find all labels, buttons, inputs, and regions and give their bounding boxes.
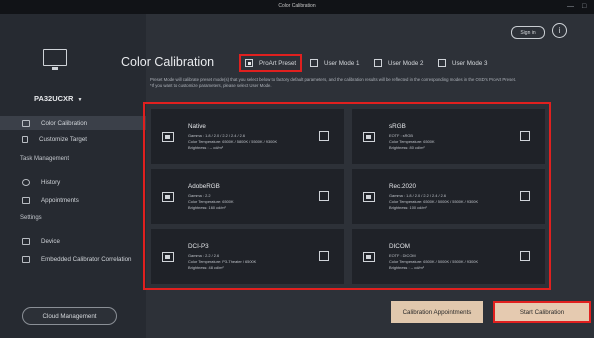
monitor-icon [363,192,375,202]
mode-label: User Mode 2 [388,59,424,67]
cloud-management-button[interactable]: Cloud Management [22,307,117,325]
preset-checkbox[interactable] [520,191,530,201]
checkbox-icon[interactable] [438,59,446,67]
preset-checkbox[interactable] [520,131,530,141]
preset-card-dci-p3[interactable]: DCI-P3 Gamma : 2.2 / 2.6 Color Temperatu… [151,229,344,284]
preset-card-adobergb[interactable]: AdobeRGB Gamma : 2.2 Color Temperature: … [151,169,344,224]
calibration-icon [22,119,30,127]
calibration-appointments-button[interactable]: Calibration Appointments [391,301,483,323]
minimize-button[interactable]: — [567,2,574,11]
preset-detail: Color Temperature: P3-Theater / 6500K [188,259,257,264]
preset-checkbox[interactable] [319,251,329,261]
preset-checkbox[interactable] [319,191,329,201]
preset-checkbox[interactable] [520,251,530,261]
monitor-icon [43,49,67,70]
model-selector[interactable]: PA32UCXR ▼ [34,94,82,103]
preset-detail: Brightness : -- cd/m² [188,145,224,150]
preset-detail: Color Temperature: 6500K [188,199,234,204]
preset-detail: Brightness: 48 cd/m² [188,265,224,270]
description: Preset Mode will calibrate preset mode(s… [150,77,555,88]
sidebar-item-label: Appointments [41,196,79,204]
mode-label: User Mode 1 [324,59,360,67]
sidebar-item-customize-target[interactable]: Customize Target [0,132,146,146]
preset-detail: Color Temperature: 6500K [389,139,435,144]
window-title: Color Calibration [278,3,316,9]
monitor-icon [162,132,174,142]
monitor-icon [162,252,174,262]
sidebar-item-color-calibration[interactable]: Color Calibration [0,116,146,130]
page-title: Color Calibration [121,55,215,69]
description-text: Preset Mode will calibrate preset mode(s… [150,77,516,82]
mode-user-1[interactable]: User Mode 1 [310,59,359,67]
maximize-button[interactable]: □ [582,2,586,11]
monitor-icon [363,252,375,262]
section-settings: Settings [20,215,42,221]
mode-label: User Mode 3 [452,59,488,67]
mode-user-3[interactable]: User Mode 3 [438,59,487,67]
mode-user-2[interactable]: User Mode 2 [374,59,423,67]
history-icon [22,178,30,186]
preset-name: Rec.2020 [389,183,416,190]
title-bar: Color Calibration — □ [0,0,594,14]
section-task-management: Task Management [20,156,70,162]
sidebar-item-label: Customize Target [39,135,88,143]
sidebar-item-embedded-calibrator[interactable]: Embedded Calibrator Correlation [0,252,146,266]
preset-name: sRGB [389,123,406,130]
checkbox-icon[interactable] [310,59,318,67]
proart-preset-highlight [239,54,302,72]
sidebar-item-label: History [41,178,61,186]
preset-detail: Brightness: 100 cd/m² [389,205,427,210]
preset-detail: Brightness: 160 cd/m² [188,205,226,210]
preset-detail: Gamma : 1.8 / 2.0 / 2.2 / 2.4 / 2.6 [188,133,246,138]
preset-name: DICOM [389,243,410,250]
preset-name: Native [188,123,206,130]
sidebar-item-label: Color Calibration [41,119,88,127]
monitor-icon [162,192,174,202]
monitor-icon [363,132,375,142]
preset-detail: EOTF : DICOM [389,253,416,258]
sidebar-item-label: Device [41,237,60,245]
preset-card-srgb[interactable]: sRGB EOTF : sRGB Color Temperature: 6500… [352,109,545,164]
chevron-down-icon: ▼ [77,97,83,103]
preset-detail: Brightness: 80 cd/m² [389,145,425,150]
calibrator-icon [22,255,30,263]
preset-detail: EOTF : sRGB [389,133,413,138]
preset-detail: Color Temperature: 6500K / 5000K / 5500K… [389,259,479,264]
preset-detail: Gamma : 2.2 [188,193,211,198]
start-calibration-button[interactable]: Start Calibration [493,301,591,323]
model-name: PA32UCXR [34,94,74,103]
sidebar-item-device[interactable]: Device [0,234,146,248]
sign-in-button[interactable]: Sign in [511,26,545,39]
checkbox-icon[interactable] [374,59,382,67]
preset-detail: Color Temperature: 6500K / 5000K / 5500K… [389,199,479,204]
monitor-small-icon [22,237,30,245]
sidebar-item-appointments[interactable]: Appointments [0,193,146,207]
preset-card-dicom[interactable]: DICOM EOTF : DICOM Color Temperature: 65… [352,229,545,284]
preset-detail: Gamma : 2.2 / 2.6 [188,253,220,258]
sidebar-item-label: Embedded Calibrator Correlation [41,255,132,263]
preset-name: DCI-P3 [188,243,209,250]
preset-detail: Color Temperature: 6500K / 5800K / 5500K… [188,139,278,144]
preset-detail: Gamma : 1.8 / 2.0 / 2.2 / 2.4 / 2.6 [389,193,447,198]
preset-detail: Brightness : -- cd/m² [389,265,425,270]
info-icon[interactable]: i [552,23,567,38]
calendar-icon [22,196,30,204]
preset-name: AdobeRGB [188,183,220,190]
target-icon [22,135,28,143]
description-note: *If you want to customize parameters, pl… [150,82,272,88]
preset-checkbox[interactable] [319,131,329,141]
sidebar-item-history[interactable]: History [0,175,146,189]
preset-card-rec2020[interactable]: Rec.2020 Gamma : 1.8 / 2.0 / 2.2 / 2.4 /… [352,169,545,224]
preset-card-native[interactable]: Native Gamma : 1.8 / 2.0 / 2.2 / 2.4 / 2… [151,109,344,164]
